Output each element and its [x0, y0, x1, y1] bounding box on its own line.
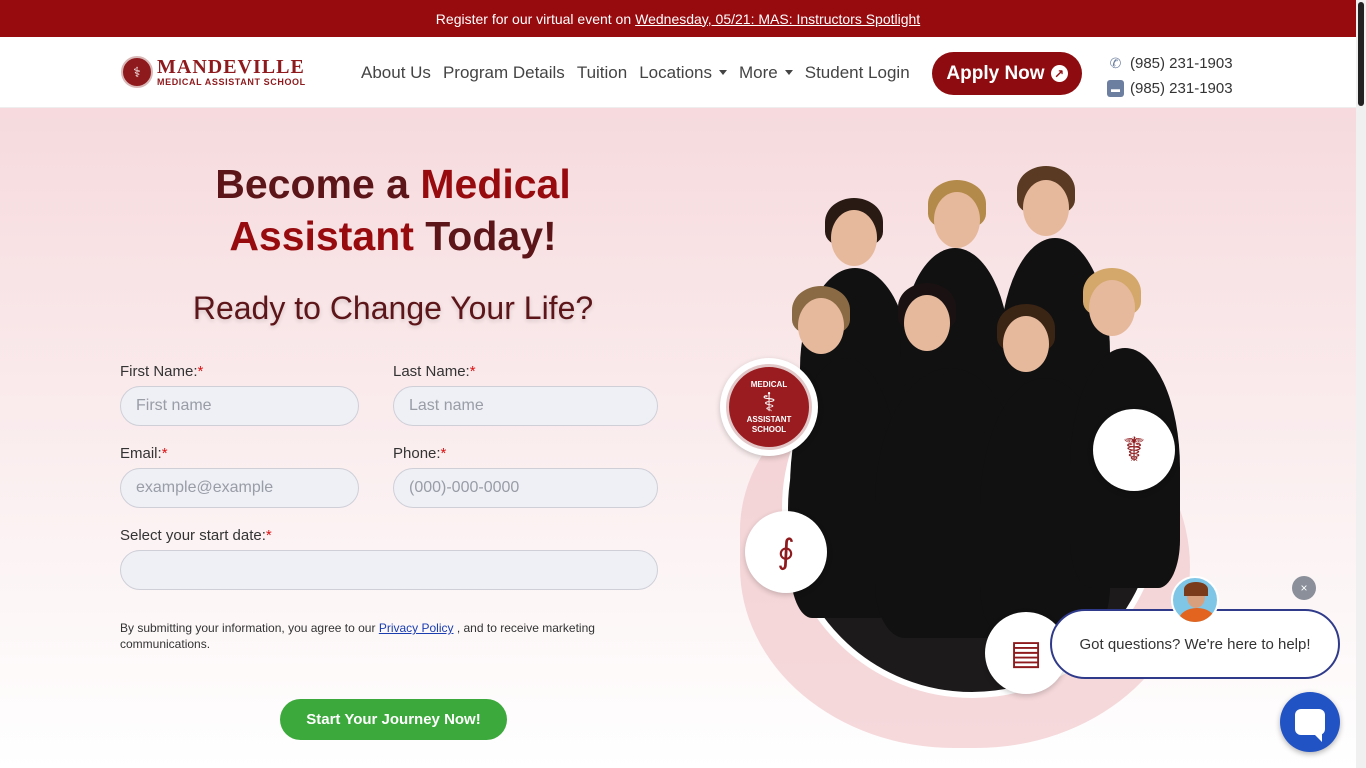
hero-subheading: Ready to Change Your Life? — [192, 290, 594, 326]
stethoscope-icon: ∮ — [745, 511, 827, 593]
start-journey-button[interactable]: Start Your Journey Now! — [280, 699, 507, 740]
chat-icon — [1295, 709, 1325, 742]
apply-now-button[interactable]: Apply Now ↗ — [932, 52, 1082, 95]
email-input[interactable] — [120, 468, 359, 508]
phone-icon: ✆ — [1109, 55, 1122, 71]
chat-launcher-button[interactable] — [1280, 692, 1340, 752]
form-disclaimer: By submitting your information, you agre… — [120, 621, 595, 651]
chat-close-button[interactable]: × — [1292, 576, 1316, 600]
sms-link[interactable]: ▬ (985) 231-1903 — [1107, 76, 1233, 101]
first-name-label: First Name:* — [120, 363, 204, 380]
privacy-policy-link[interactable]: Privacy Policy — [379, 621, 454, 635]
message-icon: ▬ — [1107, 80, 1124, 97]
logo-seal-icon: ⚕ — [121, 56, 153, 88]
arrow-up-right-icon: ↗ — [1050, 65, 1068, 82]
site-header: ⚕ MANDEVILLE MEDICAL ASSISTANT SCHOOL Ab… — [0, 37, 1356, 108]
start-date-label: Select your start date:* — [120, 527, 272, 544]
logo-sub-text: MEDICAL ASSISTANT SCHOOL — [157, 77, 306, 87]
announcement-bar: Register for our virtual event on Wednes… — [0, 0, 1356, 37]
nav-tuition[interactable]: Tuition — [577, 63, 627, 83]
start-date-select[interactable] — [120, 550, 658, 590]
phone-number: (985) 231-1903 — [1130, 55, 1233, 72]
chevron-down-icon — [784, 70, 793, 75]
main-nav: About Us Program Details Tuition Locatio… — [361, 37, 922, 108]
last-name-input[interactable] — [393, 386, 658, 426]
last-name-label: Last Name:* — [393, 363, 476, 380]
contact-block: ✆ (985) 231-1903 ▬ (985) 231-1903 — [1107, 51, 1233, 101]
nav-about-us[interactable]: About Us — [361, 63, 431, 83]
nav-program-details[interactable]: Program Details — [443, 63, 565, 83]
school-seal-badge: MEDICAL ⚕ ASSISTANT SCHOOL — [720, 358, 818, 456]
nurse-icon: ☤ — [1093, 409, 1175, 491]
scrollbar-thumb[interactable] — [1358, 2, 1364, 106]
sms-number: (985) 231-1903 — [1130, 80, 1233, 97]
announcement-event-link[interactable]: Wednesday, 05/21: MAS: Instructors Spotl… — [635, 11, 920, 27]
announcement-text: Register for our virtual event on — [435, 10, 632, 27]
nav-student-login[interactable]: Student Login — [805, 63, 910, 83]
chevron-down-icon — [719, 70, 727, 75]
caduceus-icon: ⚕ — [761, 387, 777, 418]
page-scrollbar[interactable] — [1356, 0, 1366, 768]
chat-agent-avatar — [1171, 576, 1219, 624]
phone-link[interactable]: ✆ (985) 231-1903 — [1107, 51, 1233, 76]
phone-label: Phone:* — [393, 445, 447, 462]
first-name-input[interactable] — [120, 386, 359, 426]
email-label: Email:* — [120, 445, 168, 462]
nav-locations-dropdown[interactable]: Locations — [639, 63, 727, 83]
nav-more-dropdown[interactable]: More — [739, 63, 793, 83]
hero-headline: Become a Medical Assistant Today! — [215, 161, 571, 259]
phone-input[interactable] — [393, 468, 658, 508]
site-logo[interactable]: ⚕ MANDEVILLE MEDICAL ASSISTANT SCHOOL — [121, 56, 306, 88]
logo-main-text: MANDEVILLE — [157, 56, 305, 78]
